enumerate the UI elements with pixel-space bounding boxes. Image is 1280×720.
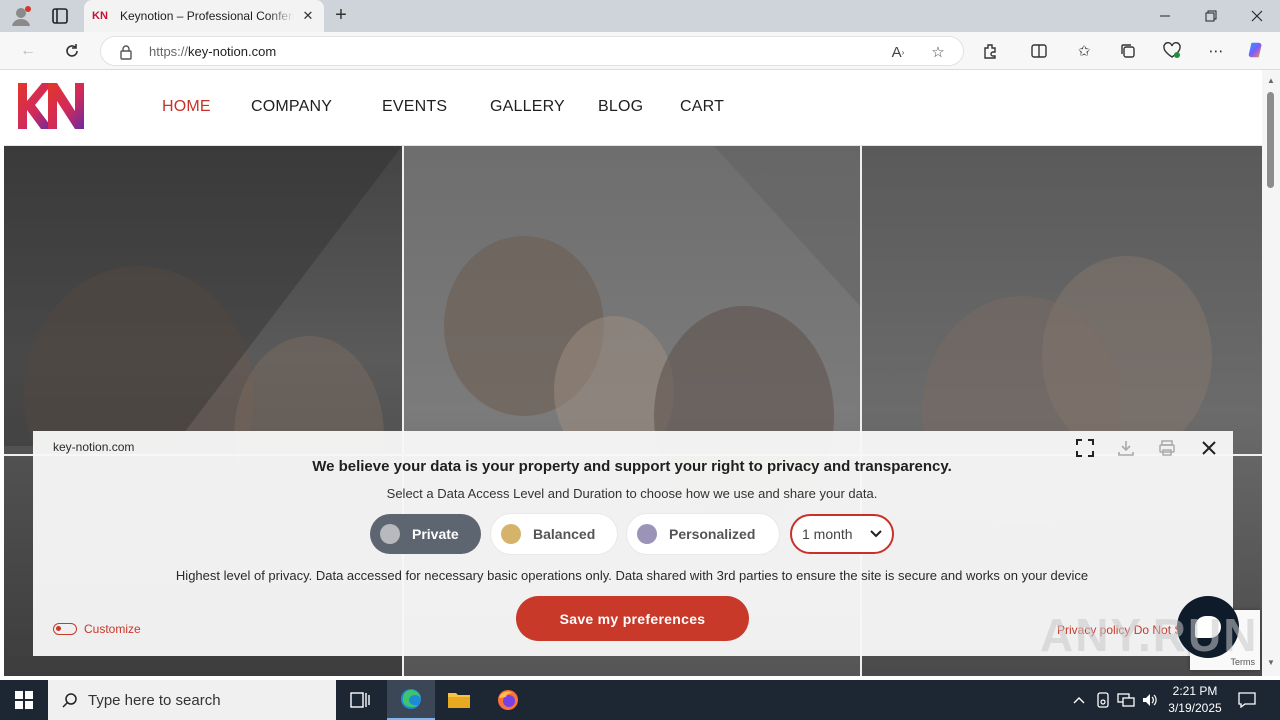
back-icon[interactable]: ← xyxy=(18,41,38,61)
restore-icon[interactable] xyxy=(1188,0,1234,32)
network-icon[interactable] xyxy=(1117,690,1135,710)
new-tab-icon[interactable]: + xyxy=(330,5,352,26)
scroll-down-icon[interactable]: ▼ xyxy=(1266,658,1276,667)
nav-gallery[interactable]: GALLERY xyxy=(490,98,565,116)
tab-title: Keynotion – Professional Conferences xyxy=(120,9,294,23)
close-icon[interactable] xyxy=(1198,437,1220,459)
level-label: Balanced xyxy=(533,526,596,542)
print-icon[interactable] xyxy=(1156,437,1178,459)
close-window-icon[interactable] xyxy=(1234,0,1280,32)
consent-headline: We believe your data is your property an… xyxy=(312,458,952,475)
level-dot xyxy=(380,524,400,544)
extensions-icon[interactable] xyxy=(981,41,1001,61)
profile-icon[interactable] xyxy=(10,5,32,27)
level-description: Highest level of privacy. Data accessed … xyxy=(175,568,1089,583)
clock-date: 3/19/2025 xyxy=(1168,701,1222,715)
site-favicon-icon: KN xyxy=(92,10,108,22)
browser-essentials-icon[interactable] xyxy=(1162,41,1182,61)
level-label: Personalized xyxy=(669,526,756,542)
download-icon[interactable] xyxy=(1115,437,1137,459)
favorites-icon[interactable]: ✩ xyxy=(1074,41,1094,61)
collections-icon[interactable] xyxy=(1118,41,1138,61)
duration-value: 1 month xyxy=(802,526,853,542)
save-preferences-button[interactable]: Save my preferences xyxy=(516,596,749,641)
tray-device-icon[interactable] xyxy=(1094,690,1112,710)
page-scrollbar[interactable]: ▲ ▼ xyxy=(1262,70,1280,676)
clock-time: 2:21 PM xyxy=(1172,684,1218,698)
duration-select[interactable]: 1 month xyxy=(790,514,894,554)
read-aloud-icon[interactable]: A › xyxy=(889,43,907,61)
scroll-thumb[interactable] xyxy=(1267,92,1274,188)
search-icon xyxy=(62,693,77,708)
tab-actions-icon[interactable] xyxy=(50,6,70,26)
scroll-up-icon[interactable]: ▲ xyxy=(1266,76,1276,85)
consent-domain: key-notion.com xyxy=(53,440,135,454)
lock-icon[interactable] xyxy=(119,44,133,60)
level-label: Private xyxy=(412,526,459,542)
anyrun-watermark: ANY.RUN xyxy=(1040,609,1259,661)
level-dot xyxy=(501,524,521,544)
close-tab-icon[interactable]: ✕ xyxy=(300,8,316,24)
level-private-option[interactable]: Private xyxy=(370,514,481,554)
copilot-icon[interactable] xyxy=(1246,40,1266,60)
windows-start-icon[interactable] xyxy=(0,680,48,720)
keynotion-logo[interactable] xyxy=(18,83,84,129)
favorite-star-icon[interactable]: ☆ xyxy=(929,43,947,61)
chevron-down-icon xyxy=(870,530,882,538)
split-screen-icon[interactable] xyxy=(1029,41,1049,61)
system-clock[interactable]: 2:21 PM 3/19/2025 xyxy=(1160,683,1230,717)
minimize-icon[interactable] xyxy=(1142,0,1188,32)
browser-tab-bar: KN Keynotion – Professional Conferences … xyxy=(0,0,1280,32)
tray-chevron-up-icon[interactable] xyxy=(1070,690,1088,710)
nav-cart[interactable]: CART xyxy=(680,98,724,116)
url-bar[interactable]: https://key-notion.com A › ☆ xyxy=(100,36,964,66)
notifications-icon[interactable] xyxy=(1238,690,1256,710)
level-balanced-option[interactable]: Balanced xyxy=(491,514,617,554)
nav-company[interactable]: COMPANY xyxy=(251,98,332,116)
file-explorer-icon[interactable] xyxy=(435,680,483,720)
more-menu-icon[interactable]: ⋯ xyxy=(1206,41,1226,61)
toggle-icon xyxy=(53,623,77,635)
nav-events[interactable]: EVENTS xyxy=(382,98,447,116)
refresh-icon[interactable] xyxy=(62,41,82,61)
active-tab[interactable]: KN Keynotion – Professional Conferences … xyxy=(84,0,324,32)
nav-blog[interactable]: BLOG xyxy=(598,98,643,116)
site-header: HOME COMPANY EVENTS GALLERY BLOG CART xyxy=(4,70,1262,146)
customize-toggle[interactable]: Customize xyxy=(53,622,141,636)
task-view-icon[interactable] xyxy=(336,680,384,720)
windows-taskbar: Type here to search 2:21 PM 3/19/2025 xyxy=(0,680,1280,720)
level-dot xyxy=(637,524,657,544)
fullscreen-icon[interactable] xyxy=(1074,437,1096,459)
search-placeholder: Type here to search xyxy=(88,691,221,709)
consent-subtitle: Select a Data Access Level and Duration … xyxy=(386,486,878,501)
edge-browser-icon[interactable] xyxy=(387,680,435,720)
address-toolbar: ← https://key-notion.com A › ☆ ✩ ⋯ xyxy=(0,32,1280,70)
taskbar-search-box[interactable]: Type here to search xyxy=(48,680,336,720)
firefox-icon[interactable] xyxy=(484,680,532,720)
nav-home[interactable]: HOME xyxy=(162,98,211,116)
volume-icon[interactable] xyxy=(1141,690,1159,710)
customize-label: Customize xyxy=(84,622,141,636)
level-personalized-option[interactable]: Personalized xyxy=(627,514,779,554)
url-text: https://key-notion.com xyxy=(149,44,277,59)
